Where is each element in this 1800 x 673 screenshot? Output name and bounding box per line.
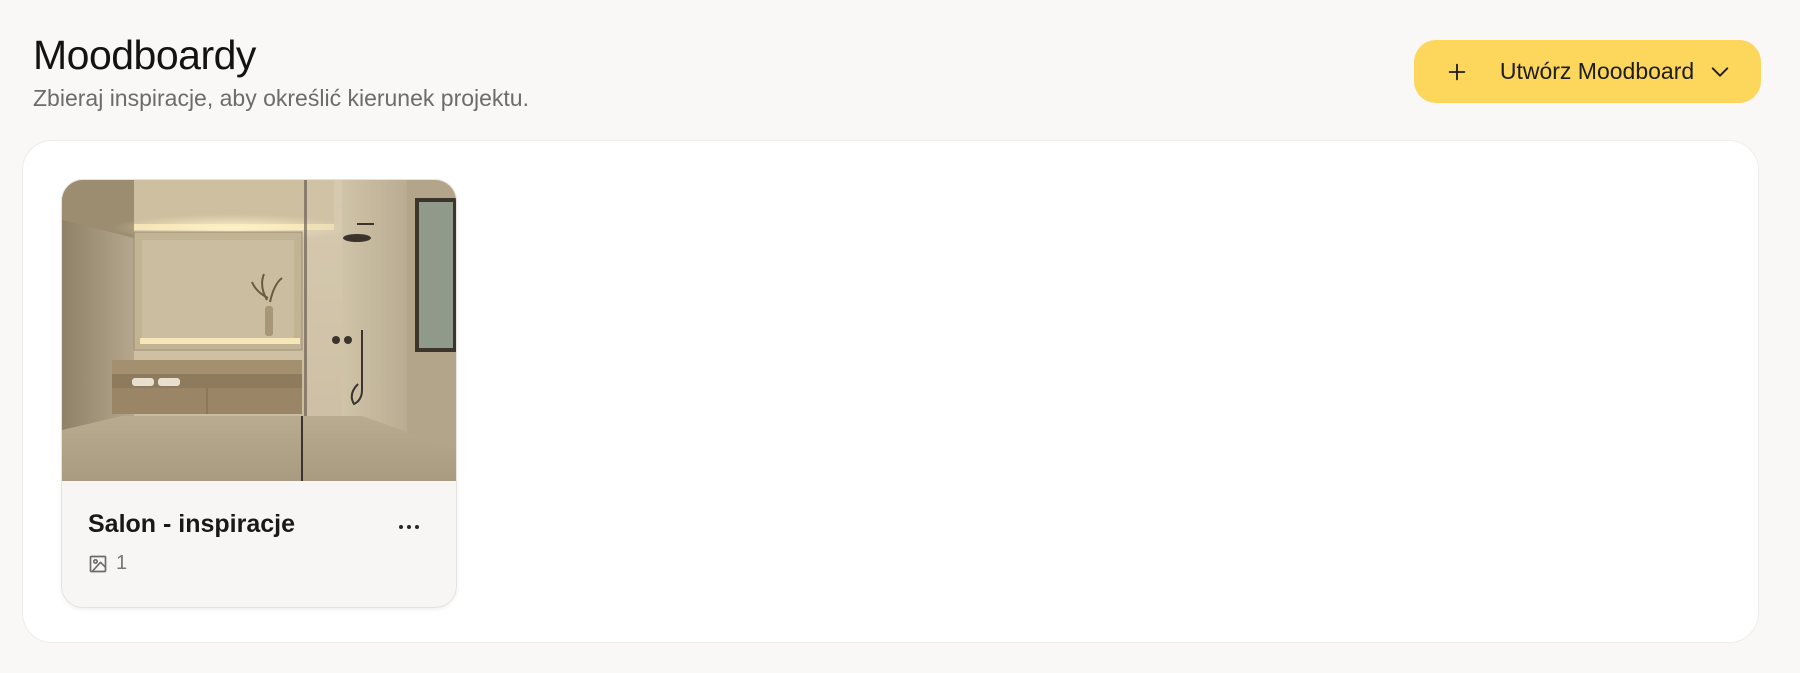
- plus-icon: [1448, 63, 1466, 80]
- image-icon: [89, 555, 107, 572]
- moodboards-panel: Salon - inspiracje 1: [22, 140, 1759, 643]
- page-title: Moodboardy: [33, 32, 256, 78]
- moodboard-card[interactable]: Salon - inspiracje 1: [61, 179, 457, 608]
- image-count: 1: [88, 552, 430, 575]
- create-moodboard-button[interactable]: Utwórz Moodboard: [1414, 40, 1761, 103]
- page-header: Moodboardy Zbieraj inspiracje, aby okreś…: [33, 30, 529, 113]
- moodboard-thumbnail[interactable]: [62, 180, 457, 481]
- image-count-value: 1: [116, 552, 128, 574]
- more-options-icon[interactable]: [394, 517, 424, 537]
- create-moodboard-label: Utwórz Moodboard: [1499, 58, 1695, 84]
- moodboard-card-footer: Salon - inspiracje 1: [62, 481, 456, 575]
- page-subtitle: Zbieraj inspiracje, aby określić kierune…: [33, 85, 529, 111]
- chevron-down-icon[interactable]: [1709, 61, 1731, 83]
- moodboard-title[interactable]: Salon - inspiracje: [88, 508, 430, 540]
